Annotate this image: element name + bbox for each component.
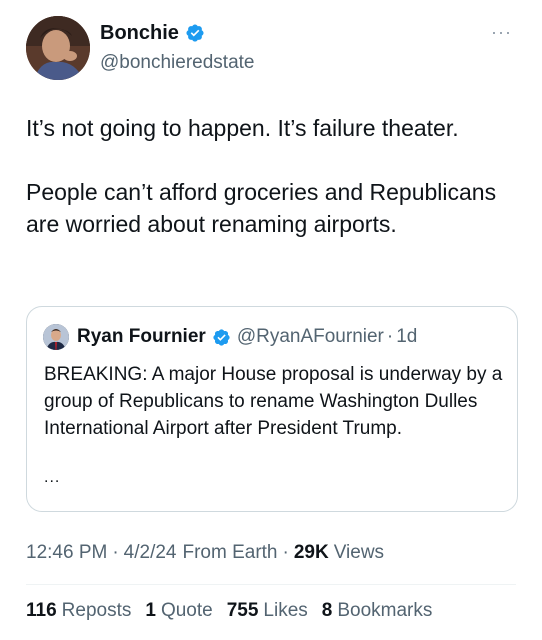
tweet-time[interactable]: 12:46 PM [26,542,107,564]
reposts-count: 116 [26,600,57,621]
quotes-count: 1 [145,600,156,621]
quote-author-handle[interactable]: @RyanAFournier [237,326,384,348]
tweet-paragraph: People can’t afford groceries and Republ… [26,179,497,237]
views-label[interactable]: Views [334,542,384,564]
bookmarks-count: 8 [321,600,333,621]
more-horizontal-icon[interactable]: ··· [491,22,512,43]
tweet-body: It’s not going to happen. It’s failure t… [26,112,516,240]
quote-truncation-ellipsis: ... [44,469,61,486]
tweet-date[interactable]: 4/2/24 [124,542,177,564]
likes-label: Likes [263,600,308,621]
engagement-stats: 116 Reposts 1 Quote 755 Likes 8 Bookmark… [26,600,446,622]
quote-timestamp[interactable]: 1d [396,326,417,348]
tweet-meta: 12:46 PM · 4/2/24 From Earth · 29K Views [26,542,384,564]
likes-stat[interactable]: 755 Likes [227,600,308,622]
quote-avatar-image [43,324,69,350]
reposts-label: Reposts [61,600,132,621]
tweet-paragraph: It’s not going to happen. It’s failure t… [26,115,459,141]
quote-text: BREAKING: A major House proposal is unde… [44,364,503,439]
avatar-image [26,16,90,80]
views-count[interactable]: 29K [294,542,329,564]
bookmarks-label: Bookmarks [337,600,433,621]
quote-author-avatar[interactable] [43,324,69,350]
author-handle[interactable]: @bonchieredstate [100,52,255,74]
reposts-stat[interactable]: 116 Reposts [26,600,131,622]
separator-dot: · [386,326,394,347]
tweet-header: Bonchie @bonchieredstate ··· [26,16,520,80]
tweet-source: From Earth [182,542,278,563]
divider [26,584,516,585]
bookmarks-stat[interactable]: 8 Bookmarks [322,600,433,622]
separator-dot: · [282,542,289,563]
likes-count: 755 [226,600,259,621]
quote-author-display-name[interactable]: Ryan Fournier [77,326,206,348]
verified-badge-icon [186,24,204,42]
quoted-tweet-card[interactable]: Ryan Fournier @RyanAFournier · 1d BREAKI… [26,306,518,512]
separator-dot: · [112,542,119,563]
author-avatar[interactable] [26,16,90,80]
quote-verified-badge-icon [213,328,230,346]
author-display-name[interactable]: Bonchie [100,22,179,45]
quotes-stat[interactable]: 1 Quote [145,600,212,622]
quotes-label: Quote [160,600,213,621]
